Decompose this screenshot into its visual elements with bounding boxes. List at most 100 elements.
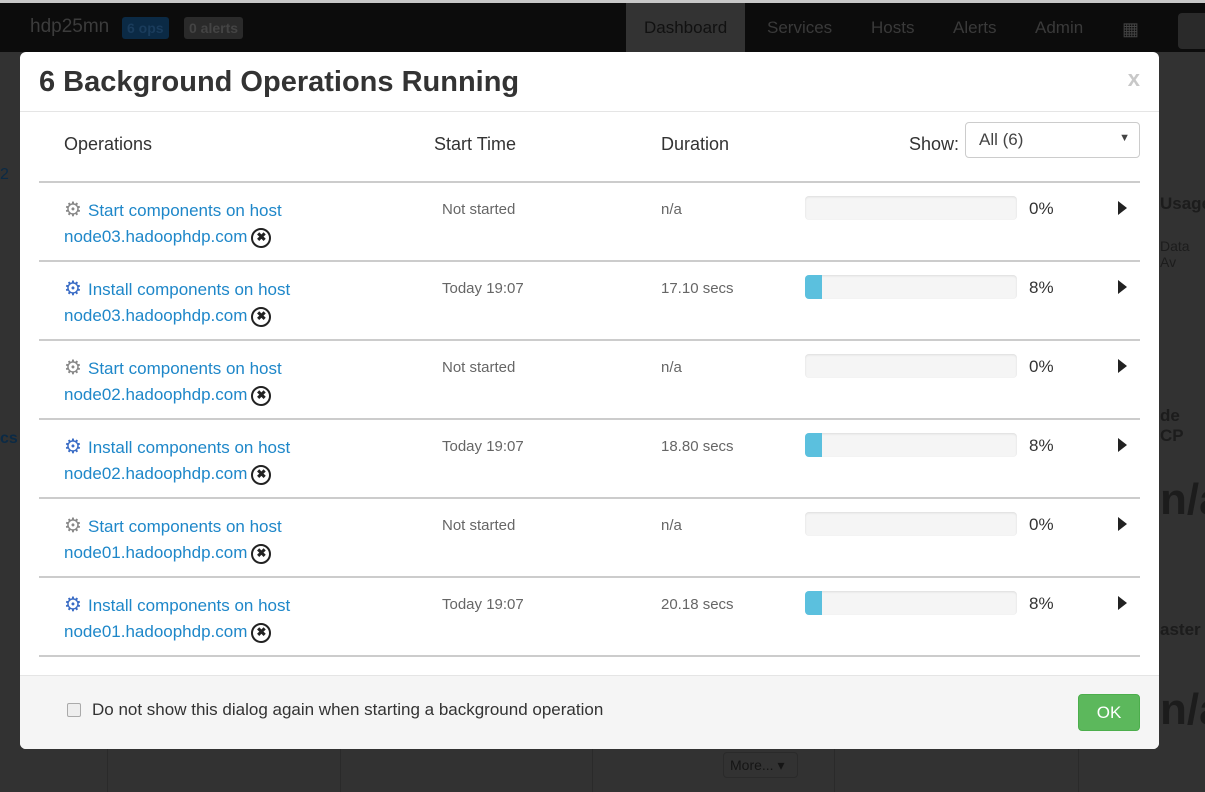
- progress-fill: [805, 591, 822, 615]
- abort-icon[interactable]: ✖: [251, 543, 272, 564]
- bg-widget-title: aster: [1160, 620, 1201, 639]
- operation-name[interactable]: Install components on host: [88, 596, 290, 615]
- progress-percent: 8%: [1029, 436, 1054, 455]
- operation-row[interactable]: ⚙ Start components on host node03.hadoophd…: [39, 183, 1140, 262]
- progress-bar: [805, 275, 1017, 299]
- start-time: Not started: [442, 201, 516, 218]
- duration: n/a: [661, 517, 682, 534]
- dialog-title: 6 Background Operations Running: [39, 66, 520, 98]
- bg-text: 2: [0, 166, 9, 183]
- operation-name[interactable]: Install components on host: [88, 280, 290, 299]
- progress-percent: 0%: [1029, 199, 1054, 218]
- start-time: Not started: [442, 517, 516, 534]
- operation-name[interactable]: Install components on host: [88, 438, 290, 457]
- progress-fill: [805, 433, 822, 457]
- progress-bar: [805, 354, 1017, 378]
- operation-link[interactable]: ⚙ Install components on host node03.hadoop…: [64, 276, 290, 329]
- duration: 17.10 secs: [661, 280, 734, 297]
- operations-list: ⚙ Start components on host node03.hadoophd…: [39, 181, 1140, 657]
- expand-arrow-icon[interactable]: [1118, 280, 1127, 294]
- operation-name[interactable]: Start components on host: [88, 201, 282, 220]
- nav-services[interactable]: Services: [749, 3, 850, 52]
- start-time: Not started: [442, 359, 516, 376]
- show-label: Show:: [909, 134, 960, 154]
- dont-show-label[interactable]: Do not show this dialog again when start…: [92, 700, 603, 720]
- progress-bar: [805, 196, 1017, 220]
- apps-grid-icon[interactable]: ▦: [1122, 19, 1146, 39]
- operation-link[interactable]: ⚙ Start components on host node03.hadoophd…: [64, 197, 282, 250]
- nav-admin[interactable]: Admin: [1017, 3, 1101, 52]
- gears-icon: ⚙: [64, 594, 82, 616]
- operation-link[interactable]: ⚙ Start components on host node01.hadoophd…: [64, 513, 282, 566]
- background-operations-dialog: 6 Background Operations Running x Operat…: [20, 52, 1159, 749]
- gear-icon: ⚙: [64, 199, 82, 221]
- operation-host[interactable]: node03.hadoophdp.com: [64, 306, 247, 325]
- more-dropdown[interactable]: More... ▾: [723, 752, 798, 778]
- abort-icon[interactable]: ✖: [251, 306, 272, 327]
- operation-link[interactable]: ⚙ Install components on host node01.hadoop…: [64, 592, 290, 645]
- start-time: Today 19:07: [442, 438, 524, 455]
- progress-percent: 0%: [1029, 357, 1054, 376]
- nav-dashboard[interactable]: Dashboard: [626, 3, 746, 52]
- start-time: Today 19:07: [442, 280, 524, 297]
- abort-icon[interactable]: ✖: [251, 622, 272, 643]
- operation-link[interactable]: ⚙ Start components on host node02.hadoophd…: [64, 355, 282, 408]
- caret-down-icon: ▼: [1119, 132, 1130, 144]
- operation-row[interactable]: ⚙ Install components on host node01.hadoop…: [39, 578, 1140, 657]
- operation-row[interactable]: ⚙ Start components on host node02.hadoophd…: [39, 341, 1140, 420]
- gear-icon: ⚙: [64, 357, 82, 379]
- abort-icon[interactable]: ✖: [251, 227, 272, 248]
- progress-bar: [805, 512, 1017, 536]
- operation-host[interactable]: node01.hadoophdp.com: [64, 543, 247, 562]
- operation-host[interactable]: node02.hadoophdp.com: [64, 385, 247, 404]
- gears-icon: ⚙: [64, 436, 82, 458]
- cluster-name[interactable]: hdp25mn: [30, 16, 109, 38]
- operation-host[interactable]: node03.hadoophdp.com: [64, 227, 247, 246]
- ok-button[interactable]: OK: [1078, 694, 1140, 731]
- col-start-time: Start Time: [434, 134, 517, 154]
- progress-bar: [805, 433, 1017, 457]
- gears-icon: ⚙: [64, 278, 82, 300]
- expand-arrow-icon[interactable]: [1118, 517, 1127, 531]
- expand-arrow-icon[interactable]: [1118, 201, 1127, 215]
- expand-arrow-icon[interactable]: [1118, 596, 1127, 610]
- operation-link[interactable]: ⚙ Install components on host node02.hadoop…: [64, 434, 290, 487]
- bg-divider: [834, 749, 835, 792]
- show-filter-select[interactable]: All (6) ▼: [965, 122, 1140, 158]
- nav-hosts[interactable]: Hosts: [853, 3, 932, 52]
- alerts-badge[interactable]: 0 alerts: [184, 17, 244, 39]
- bg-text: cs: [0, 430, 18, 447]
- dialog-footer: Do not show this dialog again when start…: [20, 675, 1159, 749]
- bg-divider: [592, 749, 593, 792]
- bg-widget-value: n/a: [1160, 475, 1205, 524]
- operation-row[interactable]: ⚙ Install components on host node03.hadoop…: [39, 262, 1140, 341]
- abort-icon[interactable]: ✖: [251, 385, 272, 406]
- operation-name[interactable]: Start components on host: [88, 359, 282, 378]
- bg-widget-value: n/a: [1160, 685, 1205, 734]
- operation-name[interactable]: Start components on host: [88, 517, 282, 536]
- dont-show-checkbox[interactable]: [67, 703, 81, 717]
- operation-host[interactable]: node02.hadoophdp.com: [64, 464, 247, 483]
- nav-alerts[interactable]: Alerts: [935, 3, 1014, 52]
- progress-bar: [805, 591, 1017, 615]
- operation-row[interactable]: ⚙ Install components on host node02.hadoop…: [39, 420, 1140, 499]
- ops-badge[interactable]: 6 ops: [122, 17, 169, 39]
- start-time: Today 19:07: [442, 596, 524, 613]
- bg-widget-title: de CP: [1160, 406, 1184, 445]
- close-button[interactable]: x: [1128, 66, 1140, 92]
- operation-host[interactable]: node01.hadoophdp.com: [64, 622, 247, 641]
- duration: 18.80 secs: [661, 438, 734, 455]
- bg-divider: [107, 749, 108, 792]
- expand-arrow-icon[interactable]: [1118, 359, 1127, 373]
- duration: n/a: [661, 359, 682, 376]
- expand-arrow-icon[interactable]: [1118, 438, 1127, 452]
- abort-icon[interactable]: ✖: [251, 464, 272, 485]
- progress-fill: [805, 275, 822, 299]
- user-menu-button[interactable]: [1178, 13, 1205, 49]
- operation-row[interactable]: ⚙ Start components on host node01.hadoophd…: [39, 499, 1140, 578]
- divider: [20, 111, 1159, 112]
- col-duration: Duration: [661, 134, 730, 154]
- progress-percent: 8%: [1029, 594, 1054, 613]
- top-navbar: hdp25mn 6 ops 0 alerts Dashboard Service…: [0, 0, 1205, 52]
- bg-widget-title: Usage: [1160, 194, 1205, 213]
